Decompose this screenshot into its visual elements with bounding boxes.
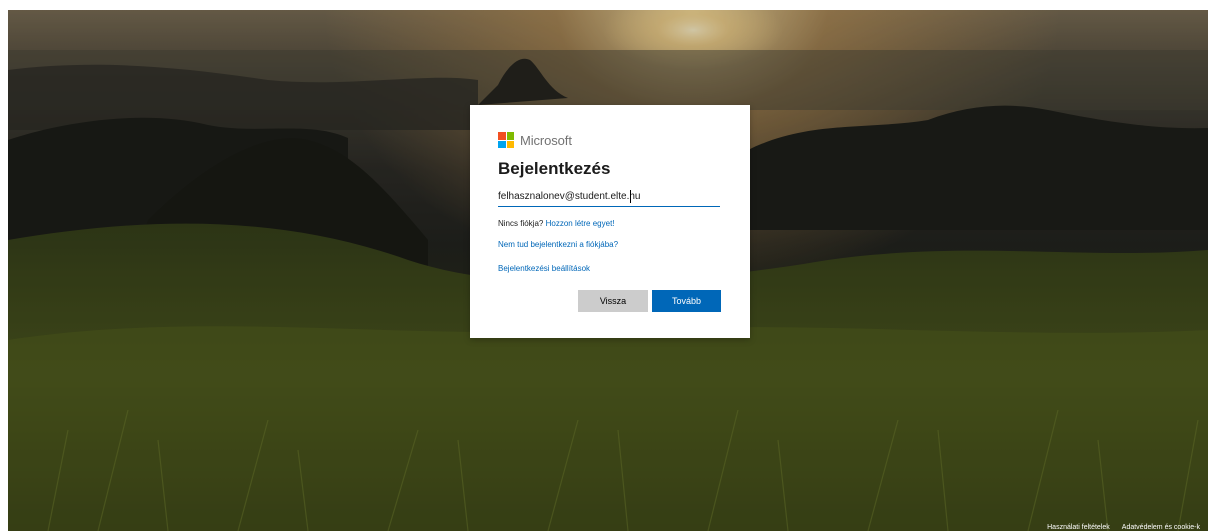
cant-access-line: Nem tud bejelentkezni a fiókjába? bbox=[498, 240, 618, 249]
back-button[interactable]: Vissza bbox=[578, 290, 648, 312]
microsoft-brand: Microsoft bbox=[498, 132, 572, 148]
login-page: Microsoft Bejelentkezés Nincs fiókja? Ho… bbox=[0, 0, 1208, 531]
logo-square-yellow bbox=[506, 140, 514, 148]
signin-options-link[interactable]: Bejelentkezési beállítások bbox=[498, 264, 590, 273]
no-account-text: Nincs fiókja? bbox=[498, 219, 544, 228]
logo-square-green bbox=[506, 132, 514, 140]
signin-options-line: Bejelentkezési beállítások bbox=[498, 264, 590, 273]
terms-link[interactable]: Használati feltételek bbox=[1047, 524, 1110, 531]
cant-access-account-link[interactable]: Nem tud bejelentkezni a fiókjába? bbox=[498, 240, 618, 249]
next-button[interactable]: Tovább bbox=[652, 290, 721, 312]
create-account-link[interactable]: Hozzon létre egyet! bbox=[546, 219, 615, 228]
privacy-cookies-link[interactable]: Adatvédelem és cookie-k bbox=[1122, 524, 1200, 531]
logo-square-blue bbox=[498, 140, 506, 148]
footer-links: Használati feltételek Adatvédelem és coo… bbox=[1047, 524, 1200, 531]
page-title: Bejelentkezés bbox=[498, 159, 611, 178]
brand-name: Microsoft bbox=[520, 132, 572, 148]
microsoft-logo-icon bbox=[498, 132, 514, 148]
logo-square-red bbox=[498, 132, 506, 140]
no-account-line: Nincs fiókja? Hozzon létre egyet! bbox=[498, 219, 615, 228]
signin-card: Microsoft Bejelentkezés Nincs fiókja? Ho… bbox=[470, 105, 750, 338]
text-cursor bbox=[630, 190, 631, 203]
email-field[interactable] bbox=[498, 187, 720, 207]
